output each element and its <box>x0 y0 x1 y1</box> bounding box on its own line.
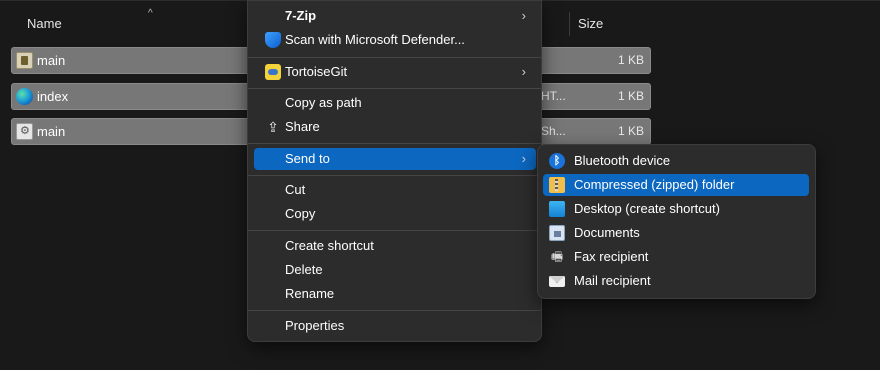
submenu-item-label: Documents <box>574 225 640 240</box>
menu-divider <box>248 230 541 231</box>
send-to-desktop[interactable]: Desktop (create shortcut) <box>543 198 809 220</box>
script-file-icon <box>16 52 33 69</box>
menu-item-send-to[interactable]: Send to › <box>254 148 536 170</box>
submenu-item-label: Compressed (zipped) folder <box>574 177 735 192</box>
submenu-item-label: Bluetooth device <box>574 153 671 168</box>
file-size: 1 KB <box>617 89 644 103</box>
menu-item-create-shortcut[interactable]: Create shortcut <box>254 235 536 257</box>
explorer-window: Name ^ Size main 1 KB index HT... 1 KB m… <box>0 0 880 370</box>
settings-file-icon <box>16 123 33 140</box>
menu-divider <box>248 88 541 89</box>
file-type: HT... <box>541 89 566 103</box>
file-name: main <box>37 124 66 139</box>
desktop-icon <box>549 201 565 217</box>
chevron-right-icon: › <box>521 8 526 23</box>
menu-item-label: Copy <box>285 206 316 221</box>
menu-item-copy-as-path[interactable]: Copy as path <box>254 92 536 114</box>
send-to-bluetooth[interactable]: ᛒ Bluetooth device <box>543 150 809 172</box>
menu-item-share[interactable]: ⇪ Share <box>254 116 536 138</box>
mail-icon <box>549 276 565 287</box>
menu-divider <box>248 57 541 58</box>
menu-item-tortoisegit[interactable]: TortoiseGit › <box>254 61 536 83</box>
column-separator[interactable] <box>569 12 570 36</box>
zip-folder-icon <box>549 177 565 193</box>
menu-item-label: Share <box>285 119 320 134</box>
menu-item-scan-defender[interactable]: Scan with Microsoft Defender... <box>254 29 536 51</box>
context-menu: 7-Zip › Scan with Microsoft Defender... … <box>247 0 542 342</box>
menu-item-copy[interactable]: Copy <box>254 203 536 225</box>
menu-item-label: Send to <box>285 151 330 166</box>
menu-item-label: Cut <box>285 182 306 197</box>
menu-item-label: Properties <box>285 318 345 333</box>
tortoisegit-icon <box>265 64 281 80</box>
send-to-mail[interactable]: Mail recipient <box>543 270 809 292</box>
file-type: Sh... <box>541 124 566 138</box>
submenu-item-label: Desktop (create shortcut) <box>574 201 720 216</box>
bluetooth-icon: ᛒ <box>549 153 565 169</box>
menu-item-cut[interactable]: Cut <box>254 179 536 201</box>
file-size: 1 KB <box>617 53 644 67</box>
share-icon: ⇪ <box>267 119 279 135</box>
submenu-item-label: Mail recipient <box>574 273 651 288</box>
menu-item-label: Copy as path <box>285 95 362 110</box>
menu-item-properties[interactable]: Properties <box>254 315 536 337</box>
edge-html-icon <box>16 88 33 105</box>
chevron-right-icon: › <box>521 151 526 166</box>
send-to-zip-folder[interactable]: Compressed (zipped) folder <box>543 174 809 196</box>
menu-divider <box>248 310 541 311</box>
chevron-right-icon: › <box>521 64 526 79</box>
menu-item-label: TortoiseGit <box>285 64 348 79</box>
submenu-item-label: Fax recipient <box>574 249 649 264</box>
send-to-fax[interactable]: 🖷 Fax recipient <box>543 246 809 268</box>
file-size: 1 KB <box>617 124 644 138</box>
file-name: index <box>37 89 69 104</box>
sort-ascending-icon: ^ <box>148 8 153 19</box>
menu-item-label: Create shortcut <box>285 238 374 253</box>
column-header-size[interactable]: Size <box>578 10 603 38</box>
menu-item-label: 7-Zip <box>285 8 317 23</box>
menu-item-7zip[interactable]: 7-Zip › <box>254 5 536 27</box>
documents-icon <box>549 225 565 241</box>
send-to-documents[interactable]: Documents <box>543 222 809 244</box>
menu-item-label: Scan with Microsoft Defender... <box>285 32 465 47</box>
send-to-submenu: ᛒ Bluetooth device Compressed (zipped) f… <box>537 144 816 299</box>
menu-item-label: Delete <box>285 262 323 277</box>
menu-item-delete[interactable]: Delete <box>254 259 536 281</box>
fax-icon: 🖷 <box>550 249 564 264</box>
defender-shield-icon <box>265 32 281 48</box>
menu-item-label: Rename <box>285 286 335 301</box>
menu-divider <box>248 175 541 176</box>
menu-divider <box>248 143 541 144</box>
column-header-name[interactable]: Name <box>27 10 62 38</box>
file-name: main <box>37 53 66 68</box>
menu-item-rename[interactable]: Rename <box>254 283 536 305</box>
